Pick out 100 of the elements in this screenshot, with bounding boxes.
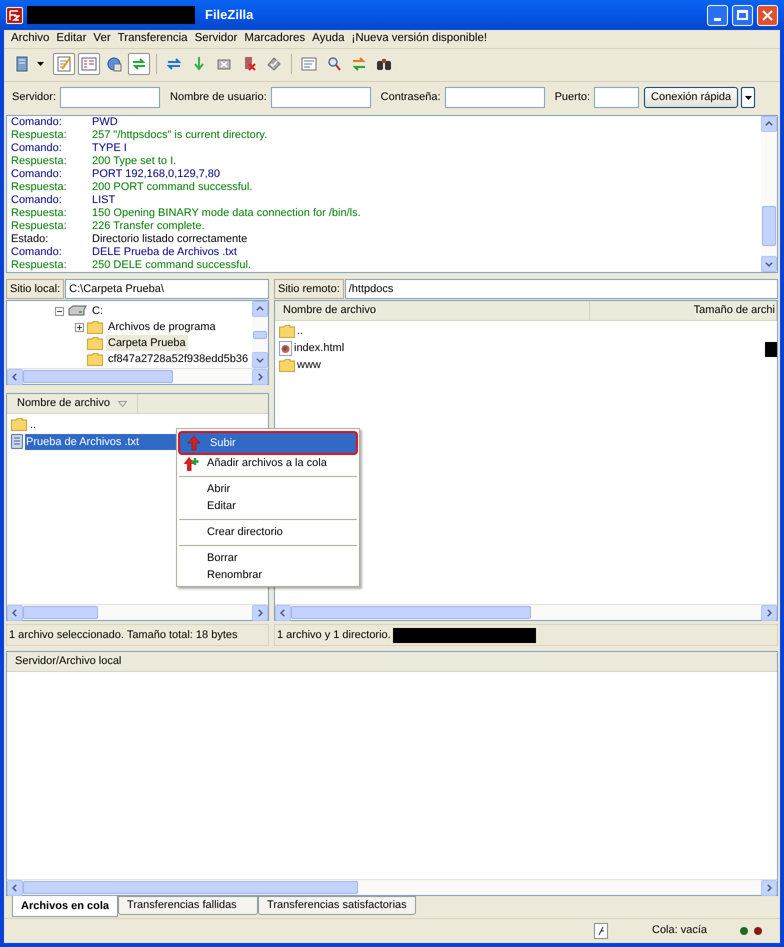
status-text: 1 archivo seleccionado. Tamaño total: 18 bytes [9, 628, 238, 643]
window-title: FileZilla [205, 6, 254, 24]
minimize-button[interactable] [707, 4, 728, 26]
text-file-icon [11, 434, 23, 449]
horizontal-scrollbar[interactable] [7, 368, 268, 384]
menu-item[interactable]: Editar [53, 30, 90, 48]
scroll-left-icon[interactable] [7, 880, 23, 896]
app-icon [6, 6, 23, 24]
expand-icon[interactable] [75, 322, 84, 332]
path-dropdown[interactable]: /httpdocs [344, 279, 778, 299]
menu-item[interactable]: Abrir [177, 481, 359, 498]
quickconnect-button[interactable]: Conexión rápida [644, 87, 738, 108]
menu-item[interactable]: Crear directorio [177, 524, 359, 541]
scroll-right-icon[interactable] [252, 605, 268, 621]
tree-item[interactable]: C: [90, 302, 105, 320]
close-icon [762, 10, 773, 20]
scroll-left-icon[interactable] [7, 369, 23, 385]
tree-item[interactable]: cf847a2728a52f938edd5b36 [106, 350, 250, 368]
log-type: Respuesta: [11, 259, 68, 272]
caret-icon [744, 96, 752, 100]
tab[interactable]: Transferencias fallidas [118, 896, 258, 915]
input-field[interactable] [594, 87, 640, 108]
field-label: Nombre de usuario: [170, 90, 267, 106]
scroll-up-icon[interactable] [761, 116, 777, 132]
file-item[interactable]: www [297, 357, 321, 374]
tree-item[interactable]: Carpeta Prueba [106, 334, 188, 352]
menu-item[interactable]: Añadir archivos a la cola [177, 455, 359, 472]
log-type: Respuesta: [11, 181, 68, 194]
scroll-down-icon[interactable] [252, 352, 268, 368]
vertical-scrollbar[interactable] [761, 116, 777, 272]
log-type: Comando: [11, 246, 63, 259]
file-item[interactable]: .. [29, 416, 38, 432]
tab[interactable]: Archivos en cola [12, 896, 118, 917]
scroll-right-icon[interactable] [252, 369, 268, 385]
vertical-scrollbar[interactable] [252, 301, 268, 368]
input-field[interactable] [60, 87, 160, 108]
scroll-down-icon[interactable] [761, 256, 777, 272]
menu-item[interactable]: Servidor [192, 30, 240, 48]
scroll-right-icon[interactable] [761, 880, 777, 896]
folder-icon [87, 320, 103, 334]
field-label: Puerto: [554, 90, 590, 106]
sort-arrow-icon [118, 400, 127, 406]
scroll-right-icon[interactable] [761, 605, 777, 621]
file-list-icon[interactable] [78, 52, 100, 74]
scrollbar-thumb[interactable] [23, 606, 98, 619]
menu-item[interactable]: Transferencia [114, 30, 191, 48]
column-header[interactable]: Nombre de archivo [275, 301, 590, 320]
column-header[interactable]: Tamaño de archi [590, 301, 777, 320]
log-message: LIST [92, 194, 116, 207]
collapse-icon[interactable] [55, 306, 64, 316]
notepad-icon[interactable] [53, 52, 75, 74]
menu-item[interactable]: Ver [90, 30, 114, 48]
horizontal-scrollbar[interactable] [275, 604, 777, 620]
column-header[interactable]: Servidor/Archivo local [7, 652, 122, 671]
speed-limit-icon[interactable] [594, 922, 608, 938]
dropdown-caret-icon[interactable] [37, 62, 44, 66]
dropdown-button[interactable] [741, 87, 756, 108]
drive-icon [67, 305, 87, 317]
queue-status: Cola: vacía [651, 923, 708, 938]
scroll-left-icon[interactable] [275, 605, 291, 621]
log-type: Respuesta: [11, 207, 68, 220]
log-message: DELE Prueba de Archivos .txt [92, 246, 237, 259]
path-dropdown[interactable]: C:\Carpeta Prueba\ [65, 279, 269, 299]
menu-item[interactable]: Borrar [177, 550, 359, 567]
horizontal-scrollbar[interactable] [7, 604, 268, 620]
menu-item[interactable]: Editar [177, 498, 359, 515]
log-message: 150 Opening BINARY mode data connection for /bin/ls. [92, 207, 361, 220]
menu-item[interactable]: Marcadores [241, 30, 308, 48]
scrollbar-thumb[interactable] [762, 206, 776, 246]
log-type: Comando: [11, 168, 63, 181]
maximize-button[interactable] [732, 4, 753, 26]
menu-item[interactable]: ¡Nueva versión disponible! [348, 30, 490, 48]
close-button[interactable] [757, 4, 778, 26]
scroll-left-icon[interactable] [7, 605, 23, 621]
log-message: 257 "/httpsdocs" is current directory. [92, 129, 268, 142]
field-label: Contraseña: [380, 90, 441, 106]
file-item[interactable]: index.html [294, 340, 344, 357]
folder-icon [87, 336, 103, 350]
menu-item[interactable]: Renombrar [177, 567, 359, 584]
arrows-icon[interactable] [128, 52, 150, 74]
tree-item[interactable]: Archivos de programa [106, 318, 218, 336]
scrollbar-thumb[interactable] [23, 881, 358, 894]
log-type: Respuesta: [11, 129, 68, 142]
menu-item[interactable]: Archivo [8, 30, 52, 48]
field-label: Sitio local: [6, 279, 64, 299]
input-field[interactable] [444, 87, 545, 108]
field-label: Servidor: [12, 90, 56, 106]
scrollbar-thumb[interactable] [23, 370, 173, 383]
status-text: 1 archivo y 1 directorio. [277, 628, 391, 643]
tab[interactable]: Transferencias satisfactorias [258, 896, 416, 915]
horizontal-scrollbar[interactable] [7, 879, 777, 895]
menu-item[interactable]: Ayuda [309, 30, 348, 48]
log-type: Estado: [11, 233, 50, 246]
scrollbar-thumb[interactable] [291, 606, 531, 619]
scroll-up-icon[interactable] [252, 301, 268, 317]
input-field[interactable] [270, 87, 371, 108]
folder-icon [87, 352, 103, 366]
menu-item[interactable]: Subir [178, 431, 358, 455]
scrollbar-thumb[interactable] [253, 331, 267, 339]
file-item[interactable]: .. [297, 323, 304, 340]
